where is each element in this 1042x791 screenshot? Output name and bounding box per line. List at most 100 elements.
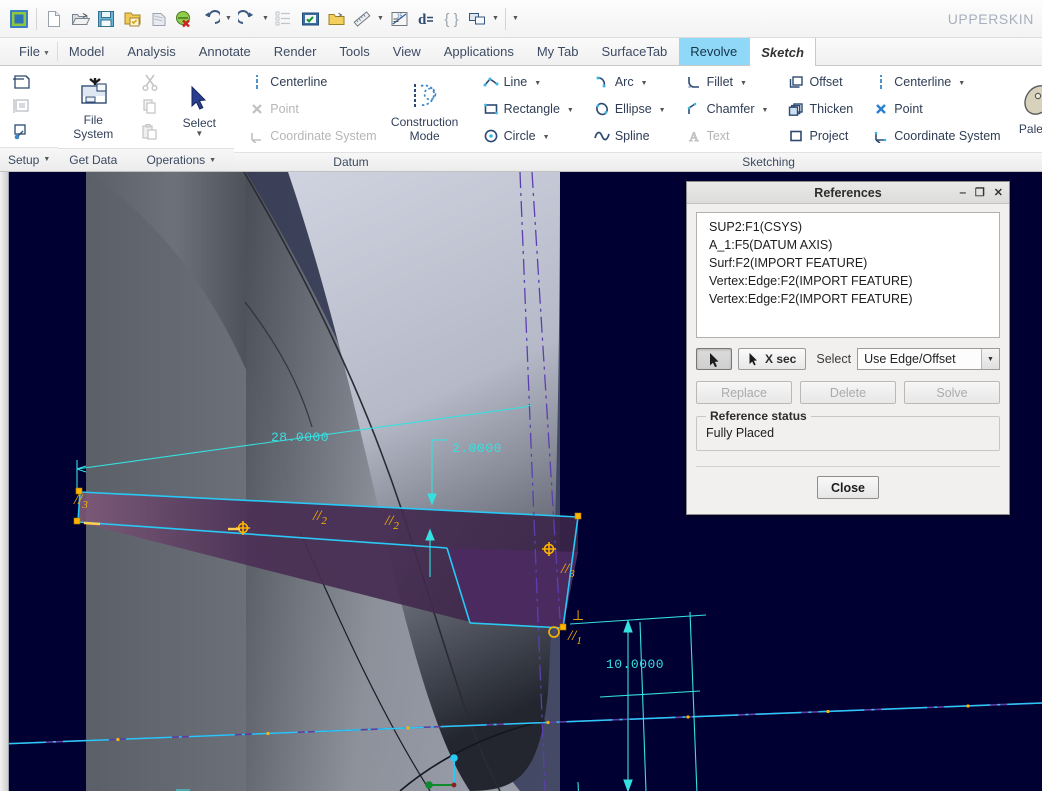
measure-dropdown-icon[interactable]: [375, 6, 386, 32]
palette-icon: [1017, 82, 1042, 120]
undo-icon[interactable]: [197, 6, 223, 32]
ribbon-tab-bar: File ▼ Model Analysis Annotate Render Too…: [0, 38, 1042, 66]
dialog-title-bar[interactable]: References ‒ ❐ ✕: [687, 182, 1009, 204]
redo-dropdown-icon[interactable]: [260, 6, 271, 32]
chevron-down-icon[interactable]: ▼: [543, 134, 550, 141]
tab-sketch[interactable]: Sketch: [749, 38, 816, 66]
chevron-down-icon[interactable]: ▼: [641, 80, 648, 87]
fillet-icon: [684, 75, 704, 89]
maximize-icon[interactable]: ❐: [975, 187, 985, 199]
dimension-2-top[interactable]: 2.0000: [452, 441, 502, 456]
regenerate-icon[interactable]: [271, 6, 297, 32]
list-item[interactable]: Surf:F2(IMPORT FEATURE): [703, 254, 993, 272]
constraint-perpendicular[interactable]: ⊥: [572, 608, 584, 625]
delete-button[interactable]: Delete: [800, 381, 896, 404]
reference-list[interactable]: SUP2:F1(CSYS) A_1:F5(DATUM AXIS) Surf:F2…: [696, 212, 1000, 338]
constraint-parallel-3-left[interactable]: //3: [74, 492, 88, 511]
tab-my-tab[interactable]: My Tab: [526, 38, 591, 65]
constraint-parallel-2-right[interactable]: //2: [385, 513, 399, 532]
offset-item[interactable]: Offset: [783, 70, 856, 95]
fillet-item[interactable]: Fillet ▼: [681, 70, 772, 95]
circle-item[interactable]: Circle ▼: [478, 124, 577, 149]
coordinate-system2-item[interactable]: Coordinate System: [868, 124, 1003, 149]
redo-icon[interactable]: [234, 6, 260, 32]
sketch-setup-icon[interactable]: [9, 69, 35, 93]
cursor-icon: [749, 353, 757, 366]
open-icon[interactable]: [67, 6, 93, 32]
save-icon[interactable]: [93, 6, 119, 32]
list-item[interactable]: A_1:F5(DATUM AXIS): [703, 236, 993, 254]
tab-surface-tab[interactable]: SurfaceTab: [591, 38, 680, 65]
overflow-icon[interactable]: [510, 6, 521, 32]
print-icon[interactable]: [145, 6, 171, 32]
palette-button[interactable]: Palette: [1010, 70, 1042, 148]
tab-tools[interactable]: Tools: [328, 38, 381, 65]
constraint-parallel-2-mid[interactable]: //2: [313, 508, 327, 527]
select-dropdown-icon[interactable]: ▼: [195, 130, 203, 138]
centerline-item[interactable]: Centerline: [244, 70, 379, 95]
thicken-item[interactable]: Thicken: [783, 97, 856, 122]
close-button[interactable]: Close: [817, 476, 879, 499]
chevron-down-icon[interactable]: ▼: [981, 349, 999, 369]
spline-item[interactable]: Spline: [589, 124, 669, 149]
tab-file[interactable]: File ▼: [8, 38, 57, 65]
construction-mode-button[interactable]: Construction Mode: [386, 70, 464, 148]
constraint-parallel-3-right[interactable]: //3: [561, 561, 575, 580]
ribbon-group-operations-label[interactable]: Operations ▼: [128, 148, 235, 171]
sketch-view-icon[interactable]: [9, 94, 35, 118]
list-item[interactable]: Vertex:Edge:F2(IMPORT FEATURE): [703, 272, 993, 290]
window-dropdown-icon[interactable]: [490, 6, 501, 32]
parameters-icon[interactable]: { }: [438, 6, 464, 32]
xsec-button[interactable]: X sec: [738, 348, 807, 370]
project-item[interactable]: Project: [783, 124, 856, 149]
point2-item[interactable]: Point: [868, 97, 1003, 122]
window-tile-icon[interactable]: [464, 6, 490, 32]
relations-icon[interactable]: 15: [386, 6, 412, 32]
tab-annotate[interactable]: Annotate: [188, 38, 263, 65]
chevron-down-icon[interactable]: ▼: [958, 80, 965, 87]
folder-icon[interactable]: [323, 6, 349, 32]
xsec-label: X sec: [765, 352, 797, 366]
ribbon-group-setup-label[interactable]: Setup ▼: [0, 147, 59, 171]
save-as-icon[interactable]: [119, 6, 145, 32]
chevron-down-icon: ▼: [42, 50, 50, 57]
centerline2-item[interactable]: Centerline ▼: [868, 70, 1003, 95]
arc-item[interactable]: Arc ▼: [589, 70, 669, 95]
minimize-icon[interactable]: ‒: [960, 187, 966, 199]
tab-model[interactable]: Model: [58, 38, 116, 65]
undo-dropdown-icon[interactable]: [223, 6, 234, 32]
close-window-icon[interactable]: [171, 6, 197, 32]
ellipse-item[interactable]: Ellipse ▼: [589, 97, 669, 122]
new-icon[interactable]: [41, 6, 67, 32]
replace-button[interactable]: Replace: [696, 381, 792, 404]
measure-icon[interactable]: [349, 6, 375, 32]
chevron-down-icon[interactable]: ▼: [740, 80, 747, 87]
tab-applications[interactable]: Applications: [433, 38, 526, 65]
select-mode-combo[interactable]: Use Edge/Offset ▼: [857, 348, 1000, 370]
chevron-down-icon[interactable]: ▼: [567, 107, 574, 114]
tab-analysis[interactable]: Analysis: [116, 38, 187, 65]
chevron-down-icon[interactable]: ▼: [762, 107, 769, 114]
tab-revolve[interactable]: Revolve: [679, 38, 750, 65]
checkbox-list-icon[interactable]: [297, 6, 323, 32]
dimension-10[interactable]: 10.0000: [606, 657, 664, 672]
dimension-icon[interactable]: d: [412, 6, 438, 32]
constraint-parallel-1-bottom[interactable]: //1: [568, 628, 582, 647]
rectangle-item[interactable]: Rectangle ▼: [478, 97, 577, 122]
chevron-down-icon[interactable]: ▼: [534, 80, 541, 87]
app-logo-icon[interactable]: [6, 6, 32, 32]
solve-button[interactable]: Solve: [904, 381, 1000, 404]
tab-render[interactable]: Render: [263, 38, 329, 65]
list-item[interactable]: SUP2:F1(CSYS): [703, 218, 993, 236]
tab-view[interactable]: View: [382, 38, 433, 65]
file-system-button[interactable]: File System: [62, 68, 124, 146]
references-icon[interactable]: [9, 120, 35, 144]
chevron-down-icon[interactable]: ▼: [659, 107, 666, 114]
chamfer-item[interactable]: Chamfer ▼: [681, 97, 772, 122]
select-button[interactable]: Select ▼: [168, 68, 230, 146]
close-icon[interactable]: ✕: [994, 187, 1003, 199]
select-cursor-button[interactable]: [696, 348, 732, 370]
list-item[interactable]: Vertex:Edge:F2(IMPORT FEATURE): [703, 290, 993, 308]
dimension-28[interactable]: 28.0000: [271, 430, 329, 445]
line-item[interactable]: Line ▼: [478, 70, 577, 95]
